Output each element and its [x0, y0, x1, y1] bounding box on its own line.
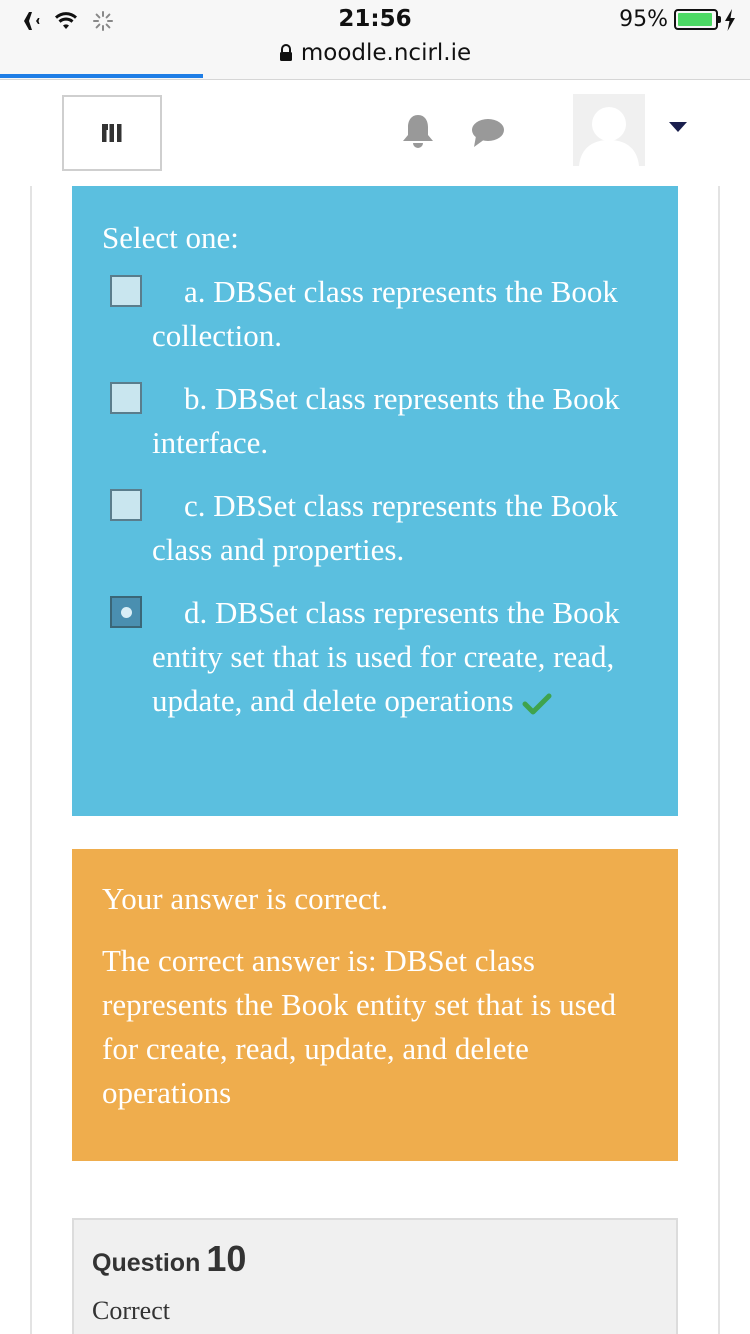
battery-percent: 95%	[619, 7, 668, 32]
caret-down-icon[interactable]	[669, 122, 687, 132]
option-a-label: a. DBSet class represents the Book colle…	[152, 274, 618, 353]
status-bar: 21:56 95% moodle.ncirl.ie	[0, 0, 750, 80]
option-b-checkbox[interactable]	[110, 382, 142, 414]
option-d-checkbox[interactable]	[110, 596, 142, 628]
option-a-checkbox[interactable]	[110, 275, 142, 307]
select-one-prompt: Select one:	[102, 220, 239, 255]
question-label: Question	[92, 1249, 201, 1277]
avatar-silhouette-icon	[573, 94, 645, 166]
option-b[interactable]: b. DBSet class represents the Book inter…	[110, 377, 670, 465]
question-state: Correct	[92, 1296, 170, 1325]
moodle-navbar	[0, 80, 750, 186]
url-text: moodle.ncirl.ie	[300, 40, 472, 66]
option-d-text: d. DBSet class represents the Book entit…	[110, 591, 670, 723]
question-title: Question 10	[92, 1238, 246, 1280]
option-d[interactable]: d. DBSet class represents the Book entit…	[110, 591, 670, 723]
battery-icon	[674, 9, 721, 30]
content-border-right	[718, 186, 720, 1334]
menu-icon	[102, 124, 122, 142]
question-info: Question 10 Correct	[72, 1218, 678, 1334]
content-border-left	[30, 186, 32, 1334]
answer-block: Select one: a. DBSet class represents th…	[72, 186, 678, 816]
status-right: 95%	[619, 7, 736, 32]
chat-icon[interactable]	[470, 116, 506, 150]
question-number: 10	[206, 1238, 247, 1279]
charging-bolt-icon	[725, 8, 735, 31]
feedback-correct-answer: The correct answer is: DBSet class repre…	[102, 943, 616, 1110]
page-load-progress	[0, 74, 203, 78]
option-c-checkbox[interactable]	[110, 489, 142, 521]
bell-icon[interactable]	[400, 112, 436, 150]
feedback-block: Your answer is correct. The correct answ…	[72, 849, 678, 1161]
option-c-label: c. DBSet class represents the Book class…	[152, 488, 618, 567]
option-b-label: b. DBSet class represents the Book inter…	[152, 381, 620, 460]
user-avatar[interactable]	[573, 94, 645, 166]
lock-icon	[279, 44, 292, 61]
correct-check-icon	[522, 693, 552, 715]
feedback-result: Your answer is correct.	[102, 881, 389, 916]
option-a[interactable]: a. DBSet class represents the Book colle…	[110, 270, 670, 358]
menu-button[interactable]	[62, 95, 162, 171]
address-bar[interactable]: moodle.ncirl.ie	[0, 40, 750, 66]
option-c[interactable]: c. DBSet class represents the Book class…	[110, 484, 670, 572]
